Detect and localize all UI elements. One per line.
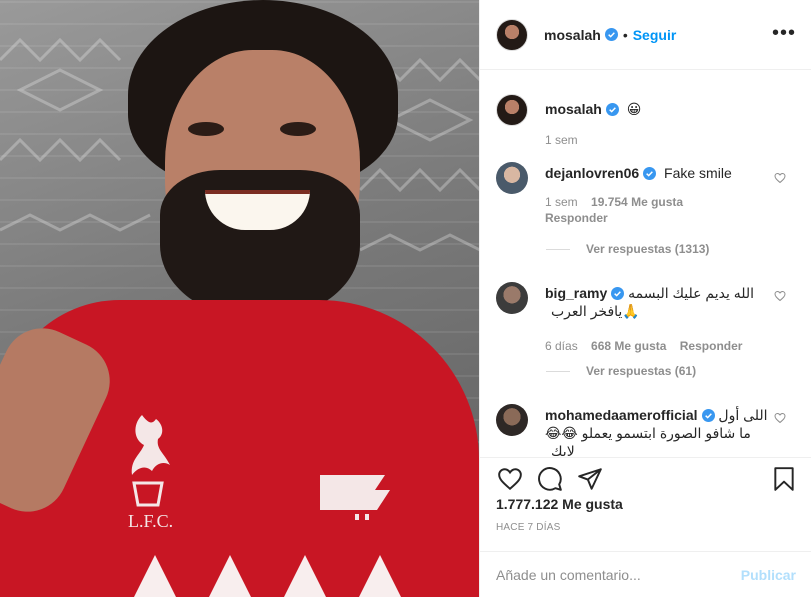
post-actions: 1.777.122 Me gusta HACE 7 DÍAS Publicar: [480, 457, 811, 597]
save-button[interactable]: [768, 462, 800, 496]
follow-button[interactable]: Seguir: [633, 27, 677, 43]
add-comment-bar: Publicar: [480, 551, 811, 597]
kit-maker-logo-icon: [320, 475, 390, 520]
view-replies-label: Ver respuestas (61): [586, 364, 697, 378]
caption-time[interactable]: 1 sem: [545, 132, 775, 148]
caption-text: 😀: [626, 101, 642, 117]
verified-icon: [643, 167, 657, 180]
more-options-icon[interactable]: •••: [772, 23, 796, 43]
verified-icon: [604, 28, 618, 41]
comment-item: dejanlovren06 Fake smile 1 sem 19.754 Me…: [496, 162, 775, 226]
caption-avatar[interactable]: [496, 94, 528, 126]
comment-item: mohamedaamerofficial اللى أول ما شافو ال…: [496, 404, 775, 457]
verified-icon: [701, 409, 715, 422]
share-button[interactable]: [574, 462, 606, 496]
right-eye: [280, 122, 316, 136]
post-photo[interactable]: L.F.C.: [0, 0, 479, 597]
post: L.F.C. mosalah • Seguir ••• mosalah 😀 1 …: [0, 0, 811, 597]
left-eye: [188, 122, 224, 136]
comment-like-icon[interactable]: [774, 290, 786, 302]
author-avatar[interactable]: [496, 18, 528, 51]
post-header: mosalah • Seguir •••: [480, 0, 811, 70]
comment-input[interactable]: [496, 567, 741, 583]
svg-text:L.F.C.: L.F.C.: [128, 511, 173, 531]
comment-text: Fake smile: [664, 165, 732, 181]
separator-dot: •: [622, 26, 628, 43]
author-username[interactable]: mosalah: [544, 27, 601, 43]
like-button[interactable]: [494, 462, 526, 496]
comment-icon: [538, 467, 562, 491]
caption-username[interactable]: mosalah: [545, 101, 602, 117]
comment-avatar[interactable]: [496, 404, 528, 436]
reply-button[interactable]: Responder: [545, 211, 608, 225]
comments-list[interactable]: mosalah 😀 1 sem dejanlovren06 Fake smile…: [480, 70, 811, 457]
heart-icon: [498, 468, 522, 491]
verified-icon: [605, 103, 619, 116]
view-replies-button[interactable]: Ver respuestas (1313): [546, 242, 709, 256]
comment-likes[interactable]: 668 Me gusta: [591, 339, 666, 353]
share-icon: [578, 468, 602, 490]
like-count[interactable]: 1.777.122 Me gusta: [496, 496, 623, 512]
comment-username[interactable]: mohamedaamerofficial: [545, 407, 698, 423]
bookmark-icon: [774, 467, 794, 491]
comment-like-icon[interactable]: [774, 412, 786, 424]
view-replies-button[interactable]: Ver respuestas (61): [546, 364, 696, 378]
comment-avatar[interactable]: [496, 162, 528, 194]
comment-time[interactable]: 6 días: [545, 339, 578, 353]
post-sidebar: mosalah • Seguir ••• mosalah 😀 1 sem dej…: [479, 0, 811, 597]
replies-line: [546, 370, 570, 372]
replies-line: [546, 248, 570, 250]
comment-item: big_ramy الله يديم عليك البسمه 🙏يافخر ال…: [496, 282, 775, 354]
publish-button[interactable]: Publicar: [741, 567, 796, 583]
comment-time[interactable]: 1 sem: [545, 195, 578, 209]
comment-like-icon[interactable]: [774, 172, 786, 184]
view-replies-label: Ver respuestas (1313): [586, 242, 710, 256]
reply-button[interactable]: Responder: [680, 339, 743, 353]
comment-username[interactable]: dejanlovren06: [545, 165, 639, 181]
comment-username[interactable]: big_ramy: [545, 285, 607, 301]
comment-avatar[interactable]: [496, 282, 528, 314]
caption: mosalah 😀 1 sem: [496, 94, 775, 148]
verified-icon: [611, 287, 625, 300]
comment-button[interactable]: [534, 462, 566, 496]
sponsor-logo-icon: [134, 555, 401, 597]
club-crest-icon: L.F.C.: [128, 415, 173, 531]
comment-likes[interactable]: 19.754 Me gusta: [591, 195, 683, 209]
post-date[interactable]: HACE 7 DÍAS: [496, 522, 560, 533]
